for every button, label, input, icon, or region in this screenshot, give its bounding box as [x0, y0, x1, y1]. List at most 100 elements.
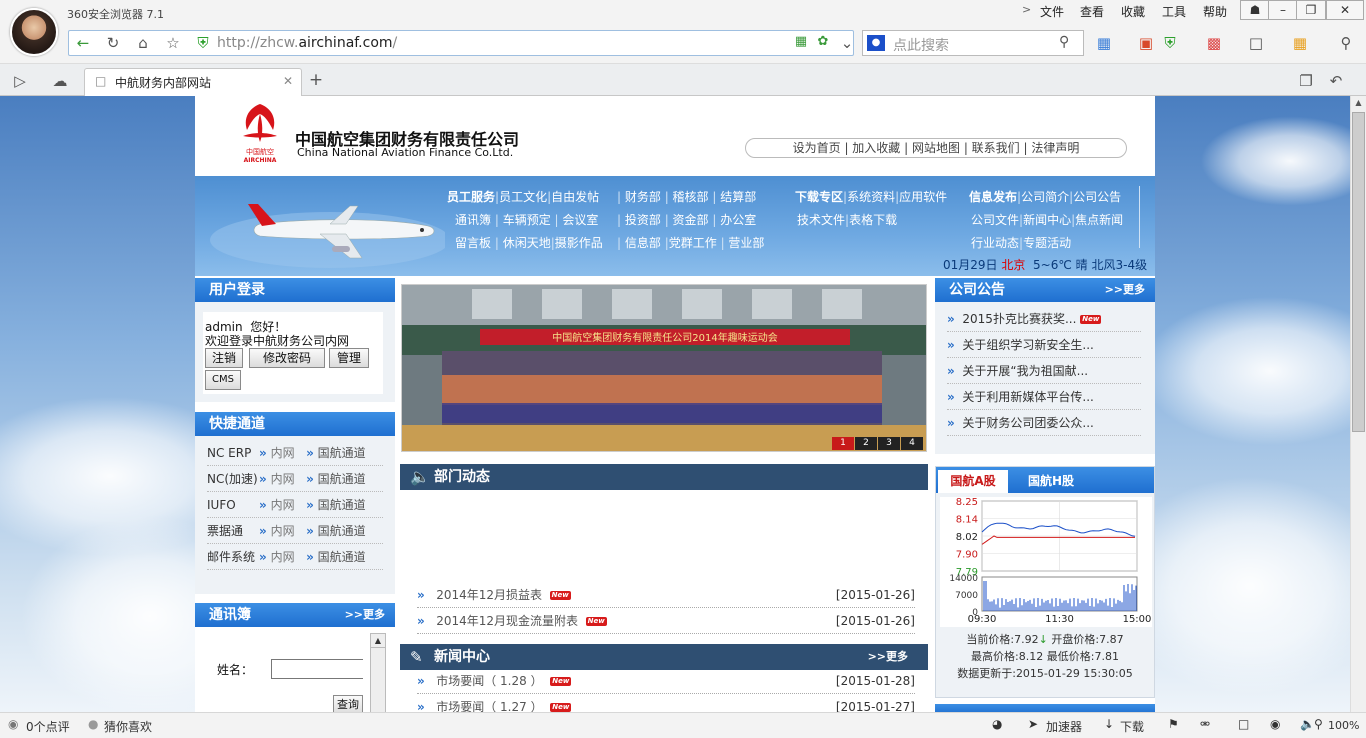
ie-icon[interactable]: ⚮ — [1200, 717, 1210, 731]
notice-title-item[interactable]: 关于开展“我为祖国献... — [962, 364, 1088, 378]
nav-office[interactable]: 办公室 — [720, 213, 756, 227]
nav-leisure[interactable]: 休闲天地 — [503, 236, 551, 250]
list-item[interactable]: » 关于组织学习新安全生... — [947, 332, 1141, 358]
restore-tabs-icon[interactable]: ❐ — [1296, 72, 1316, 90]
slide-page-2[interactable]: 2 — [855, 437, 877, 450]
game-controller-icon[interactable]: ◉ — [1270, 717, 1280, 731]
maximize-button[interactable]: ❐ — [1296, 0, 1326, 20]
link-internal[interactable]: 内网 — [271, 472, 295, 486]
link-contact[interactable]: 联系我们 — [972, 141, 1020, 155]
chevron-down-icon[interactable]: ⌄ — [837, 34, 857, 52]
slide-page-3[interactable]: 3 — [878, 437, 900, 450]
menu-favorites[interactable]: 收藏 — [1121, 3, 1145, 20]
back-icon[interactable]: ← — [73, 34, 93, 52]
download-button[interactable]: 下载 — [1120, 718, 1144, 735]
close-tab-icon[interactable]: ✕ — [283, 74, 293, 88]
slide-page-4[interactable]: 4 — [901, 437, 923, 450]
list-item[interactable]: » 2014年12月现金流量附表 New [2015-01-26] — [417, 608, 915, 634]
scrollbar-thumb[interactable] — [1352, 112, 1365, 432]
notice-title-item[interactable]: 关于利用新媒体平台传... — [962, 390, 1093, 404]
address-bar[interactable]: ← ↻ ⌂ ☆ ⛨ http://zhcw.airchinaf.com/ ▦ ✿… — [68, 30, 854, 56]
quick-item-nc-fast[interactable]: NC(加速) — [207, 466, 259, 492]
search-input[interactable]: 点此搜索 — [893, 35, 949, 55]
nav-party-work[interactable]: 党群工作 — [669, 236, 717, 250]
undo-icon[interactable]: ↶ — [1326, 72, 1346, 90]
nav-invest-dept[interactable]: 投资部 — [625, 213, 661, 227]
window-icon[interactable]: □ — [1238, 717, 1249, 731]
nav-special-events[interactable]: 专题活动 — [1023, 236, 1071, 250]
nav-vehicle[interactable]: 车辆预定 — [503, 213, 551, 227]
nav-staff-service[interactable]: 员工服务 — [447, 190, 495, 204]
nav-photo[interactable]: 摄影作品 — [555, 236, 603, 250]
qrcode-icon[interactable]: ▦ — [791, 34, 811, 49]
nav-info-publish[interactable]: 信息发布 — [969, 190, 1017, 204]
nav-company-notice[interactable]: 公司公告 — [1073, 190, 1121, 204]
link-airchina[interactable]: 国航通道 — [318, 498, 366, 512]
nav-business-dept[interactable]: 营业部 — [728, 236, 764, 250]
refresh-icon[interactable]: ↻ — [103, 34, 123, 52]
tab-a-share[interactable]: 国航A股 — [938, 470, 1008, 493]
list-item[interactable]: » 市场要闻（ 1.28 ） New [2015-01-28] — [417, 668, 915, 694]
news-center-more-link[interactable]: >>更多 — [868, 644, 908, 670]
nav-guestbook[interactable]: 留言板 — [455, 236, 491, 250]
close-button[interactable]: ✕ — [1326, 0, 1364, 20]
nav-system-docs[interactable]: 系统资料 — [847, 190, 895, 204]
chevron-right-icon[interactable]: > — [1022, 3, 1031, 16]
apps-icon[interactable]: ▦ — [1094, 34, 1114, 52]
notice-title-item[interactable]: 关于组织学习新安全生... — [962, 338, 1093, 352]
list-item[interactable]: » 2015扑克比赛获奖... New — [947, 306, 1141, 332]
zoom-icon[interactable]: ⚲ — [1314, 717, 1323, 731]
menu-help[interactable]: 帮助 — [1203, 3, 1227, 20]
scroll-up-icon[interactable]: ▲ — [371, 634, 385, 648]
link-set-homepage[interactable]: 设为首页 — [793, 141, 841, 155]
nav-audit-dept[interactable]: 稽核部 — [673, 190, 709, 204]
user-avatar[interactable] — [10, 8, 58, 56]
nav-fund-dept[interactable]: 资金部 — [673, 213, 709, 227]
page-scrollbar[interactable]: ▲ — [1350, 96, 1366, 712]
link-airchina[interactable]: 国航通道 — [318, 524, 366, 538]
link-internal[interactable]: 内网 — [271, 550, 295, 564]
news-title[interactable]: 市场要闻（ 1.28 ） — [436, 674, 542, 688]
security-icon[interactable]: ⛨ — [1160, 34, 1180, 52]
query-button[interactable]: 查询 — [333, 695, 363, 712]
menu-tools[interactable]: 工具 — [1162, 3, 1186, 20]
slide-page-1[interactable]: 1 — [832, 437, 854, 450]
notice-more-link[interactable]: >>更多 — [1105, 278, 1145, 302]
nav-company-files[interactable]: 公司文件 — [971, 213, 1019, 227]
nav-free-post[interactable]: 自由发帖 — [551, 190, 599, 204]
list-item[interactable]: » 关于利用新媒体平台传... — [947, 384, 1141, 410]
nav-finance-dept[interactable]: 财务部 — [625, 190, 661, 204]
airchina-logo[interactable]: 中国航空 AIRCHINA — [235, 102, 285, 164]
nav-info-dept[interactable]: 信息部 — [625, 236, 661, 250]
search-box[interactable]: ● 点此搜索 ⚲ — [862, 30, 1084, 56]
flag-icon[interactable]: ⚑ — [1168, 717, 1179, 731]
new-tab-button[interactable]: + — [306, 70, 326, 90]
contacts-scrollbar[interactable]: ▲ — [370, 633, 386, 712]
nav-industry-news[interactable]: 行业动态 — [971, 236, 1019, 250]
nav-company-intro[interactable]: 公司简介 — [1021, 190, 1069, 204]
link-add-favorite[interactable]: 加入收藏 — [852, 141, 900, 155]
change-password-button[interactable]: 修改密码 — [249, 348, 325, 368]
cms-button[interactable]: CMS — [205, 370, 241, 390]
link-sitemap[interactable]: 网站地图 — [912, 141, 960, 155]
list-item[interactable]: » 关于开展“我为祖国献... — [947, 358, 1141, 384]
nav-focus-news[interactable]: 焦点新闻 — [1075, 213, 1123, 227]
notice-title-item[interactable]: 关于财务公司团委公众... — [962, 416, 1093, 430]
adblock-icon[interactable]: ▩ — [1204, 34, 1224, 52]
link-internal[interactable]: 内网 — [271, 446, 295, 460]
contacts-more-link[interactable]: >>更多 — [345, 603, 385, 627]
nav-tech-docs[interactable]: 技术文件 — [797, 213, 845, 227]
link-airchina[interactable]: 国航通道 — [318, 446, 366, 460]
screenshot-icon[interactable]: □ — [1246, 34, 1266, 52]
guess-you-like[interactable]: 猜你喜欢 — [104, 718, 152, 735]
list-item[interactable]: » 关于财务公司团委公众... — [947, 410, 1141, 436]
quick-item-bill[interactable]: 票据通 — [207, 518, 259, 544]
comments-count[interactable]: 0个点评 — [26, 718, 70, 735]
menu-file[interactable]: 文件 — [1040, 3, 1064, 20]
tab-active[interactable]: □ 中航财务内部网站 ✕ — [84, 68, 302, 96]
speed-icon[interactable]: ◕ — [992, 717, 1002, 731]
link-legal[interactable]: 法律声明 — [1031, 141, 1079, 155]
skin-icon[interactable]: ☗ — [1240, 0, 1270, 20]
link-airchina[interactable]: 国航通道 — [318, 550, 366, 564]
leaf-icon[interactable]: ✿ — [813, 34, 833, 49]
